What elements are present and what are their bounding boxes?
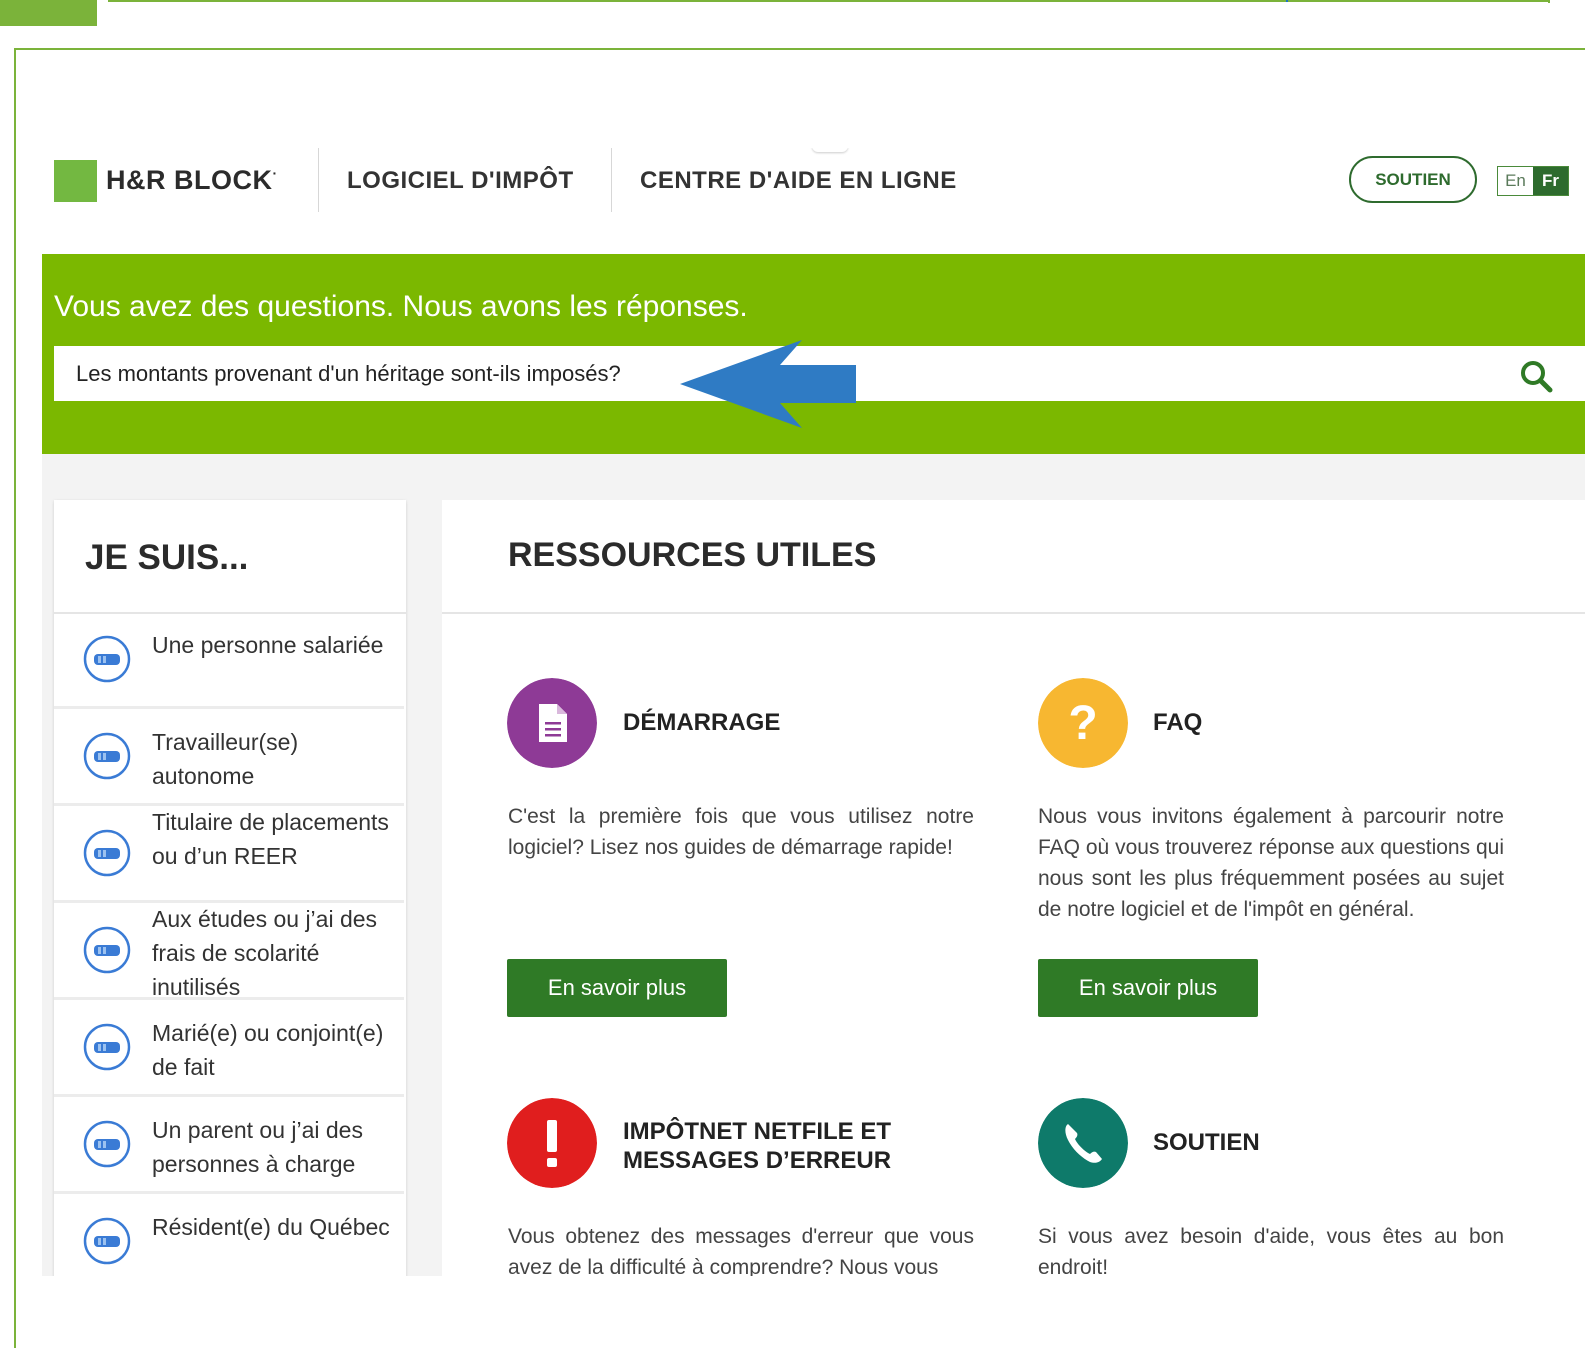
card-title: IMPÔTNET NETFILE ET MESSAGES D’ERREUR	[623, 1118, 892, 1174]
lang-en-button[interactable]: En	[1498, 167, 1533, 195]
resources-title: RESSOURCES UTILES	[508, 536, 877, 574]
sidebar-item-parent[interactable]: Un parent ou j’ai des personnes à charge	[54, 1099, 404, 1194]
card-description: Si vous avez besoin d'aide, vous êtes au…	[1038, 1225, 1504, 1276]
sidebar-item-label: Titulaire de placements ou d’un REER	[152, 809, 389, 869]
search-icon[interactable]	[1519, 359, 1553, 393]
top-frame-line	[108, 0, 1548, 2]
sidebar-item-students[interactable]: Aux études ou j’ai des frais de scolarit…	[54, 905, 404, 1000]
support-button[interactable]: SOUTIEN	[1349, 156, 1477, 203]
annotation-arrow-icon	[680, 340, 856, 428]
card-description: Nous vous invitons également à parcourir…	[1038, 805, 1504, 921]
profile-icon	[83, 829, 131, 877]
top-frame-tick	[1286, 0, 1288, 2]
sidebar-item-self-employed[interactable]: Travailleur(se) autonome	[54, 711, 404, 806]
help-page: H&R BLOCK· LOGICIEL D'IMPÔT CENTRE D'AID…	[42, 148, 1585, 1276]
sidebar-item-salaried[interactable]: Une personne salariée	[54, 614, 404, 709]
profile-sidebar: JE SUIS... Une personne salariée Travail…	[54, 500, 406, 1276]
profile-icon	[83, 1023, 131, 1071]
scroll-notch	[812, 148, 848, 152]
sidebar-title: JE SUIS...	[85, 538, 249, 577]
sidebar-item-label: Travailleur(se) autonome	[152, 729, 299, 789]
sidebar-item-investments[interactable]: Titulaire de placements ou d’un REER	[54, 808, 404, 903]
resources-divider	[442, 612, 1585, 614]
search-input-value[interactable]: Les montants provenant d'un héritage son…	[76, 361, 621, 387]
nav-divider	[318, 148, 319, 212]
nav-link-tax-software[interactable]: LOGICIEL D'IMPÔT	[347, 167, 574, 195]
profile-icon	[83, 926, 131, 974]
profile-icon	[83, 635, 131, 683]
sidebar-item-married[interactable]: Marié(e) ou conjoint(e) de fait	[54, 1002, 404, 1097]
lang-fr-button[interactable]: Fr	[1533, 167, 1568, 195]
sidebar-item-label: Marié(e) ou conjoint(e) de fait	[152, 1020, 384, 1080]
exclamation-icon	[507, 1098, 597, 1188]
brand-logo-icon[interactable]	[54, 160, 97, 202]
hero-title: Vous avez des questions. Nous avons les …	[54, 290, 748, 323]
svg-text:?: ?	[1068, 697, 1097, 750]
sidebar-item-quebec[interactable]: Résident(e) du Québec	[54, 1196, 404, 1276]
card-title: DÉMARRAGE	[623, 709, 781, 736]
sidebar-item-label: Aux études ou j’ai des frais de scolarit…	[152, 906, 378, 1000]
question-icon: ?	[1038, 678, 1128, 768]
resources-panel: RESSOURCES UTILES DÉMARRAGE C'est la pre…	[442, 500, 1585, 1276]
sidebar-item-label: Résident(e) du Québec	[152, 1214, 390, 1240]
profile-icon	[83, 732, 131, 780]
card-description: Vous obtenez des messages d'erreur que v…	[508, 1225, 974, 1276]
top-navigation: H&R BLOCK· LOGICIEL D'IMPÔT CENTRE D'AID…	[42, 148, 1585, 254]
card-title: FAQ	[1153, 709, 1203, 736]
top-corner-block	[0, 0, 97, 26]
sidebar-item-label: Une personne salariée	[152, 632, 384, 658]
profile-icon	[83, 1217, 131, 1265]
language-switch: En Fr	[1497, 166, 1569, 196]
top-frame-end	[1548, 0, 1550, 3]
nav-divider	[611, 148, 612, 212]
card-description: C'est la première fois que vous utilisez…	[508, 805, 974, 859]
nav-link-help-centre[interactable]: CENTRE D'AIDE EN LIGNE	[640, 167, 957, 195]
brand-name[interactable]: H&R BLOCK·	[106, 165, 278, 196]
profile-icon	[83, 1120, 131, 1168]
document-icon	[507, 678, 597, 768]
phone-icon	[1038, 1098, 1128, 1188]
faq-learn-more-button[interactable]: En savoir plus	[1038, 959, 1258, 1017]
card-title: SOUTIEN	[1153, 1129, 1260, 1156]
sidebar-item-label: Un parent ou j’ai des personnes à charge	[152, 1117, 363, 1177]
getting-started-learn-more-button[interactable]: En savoir plus	[507, 959, 727, 1017]
